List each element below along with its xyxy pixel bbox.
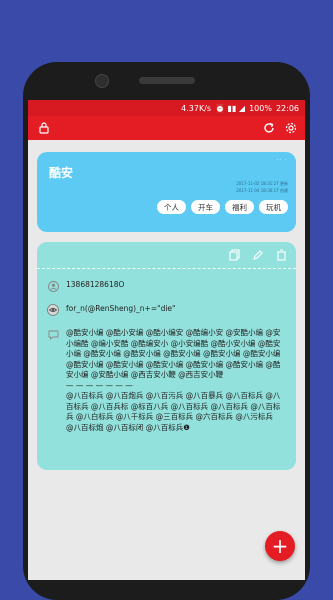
password-text: for_n(@RenSheng)_n+="die"	[66, 304, 176, 313]
status-bar: 4.37K/s ⏰ ▮▮ ◢ 100% 22:06	[28, 100, 305, 116]
add-button[interactable]: +	[265, 531, 295, 561]
clock: 22:06	[275, 103, 299, 113]
user-icon	[47, 280, 59, 292]
refresh-icon[interactable]	[261, 120, 277, 136]
divider	[37, 268, 296, 269]
phone-number: 13868128618O	[66, 280, 125, 289]
gear-icon[interactable]	[283, 120, 299, 136]
note-row[interactable]: @酷安小编 @酷小安编 @酷小编安 @酷编小安 @安酷小编 @安小编酷 @编小安…	[47, 328, 281, 433]
phone-row[interactable]: 13868128618O	[47, 280, 281, 292]
app-bar	[28, 116, 305, 140]
comment-icon	[47, 328, 59, 340]
phone-frame: 4.37K/s ⏰ ▮▮ ◢ 100% 22:06 酷安 ·· · 2017-1…	[23, 62, 310, 600]
more-dots[interactable]: ·· ·	[276, 157, 288, 164]
updated-date: 2017-11-02 18:31:27 更新	[236, 181, 288, 186]
tag-chip[interactable]: 个人	[157, 200, 186, 214]
battery-level: 100%	[249, 103, 272, 113]
note-text: @酷安小编 @酷小安编 @酷小编安 @酷编小安 @安酷小编 @安小编酷 @编小安…	[66, 328, 281, 432]
lock-icon[interactable]	[36, 120, 52, 136]
edit-icon[interactable]	[250, 248, 264, 262]
account-card[interactable]: 13868128618O for_n(@RenSheng)_n+="die" @…	[37, 242, 296, 470]
camera	[95, 74, 109, 88]
copy-icon[interactable]	[227, 248, 241, 262]
phone-top-bezel	[23, 62, 310, 100]
screen: 4.37K/s ⏰ ▮▮ ◢ 100% 22:06 酷安 ·· · 2017-1…	[28, 100, 305, 580]
delete-icon[interactable]	[274, 248, 288, 262]
network-speed: 4.37K/s	[181, 103, 212, 113]
speaker	[138, 77, 195, 84]
note-card[interactable]: 酷安 ·· · 2017-11-02 18:31:27 更新 2017-11-0…	[37, 152, 296, 232]
created-date: 2017-11-04 18:36:17 创建	[236, 188, 288, 193]
eye-icon[interactable]	[47, 304, 59, 316]
tag-chip[interactable]: 开车	[191, 200, 220, 214]
note-title: 酷安	[49, 166, 74, 180]
tag-chip[interactable]: 玩机	[259, 200, 288, 214]
tag-chip[interactable]: 福利	[225, 200, 254, 214]
tag-list: 个人 开车 福利 玩机	[157, 200, 288, 214]
note-list[interactable]: 酷安 ·· · 2017-11-02 18:31:27 更新 2017-11-0…	[28, 140, 305, 580]
password-row[interactable]: for_n(@RenSheng)_n+="die"	[47, 304, 281, 316]
status-icons: ⏰ ▮▮ ◢	[215, 103, 246, 113]
